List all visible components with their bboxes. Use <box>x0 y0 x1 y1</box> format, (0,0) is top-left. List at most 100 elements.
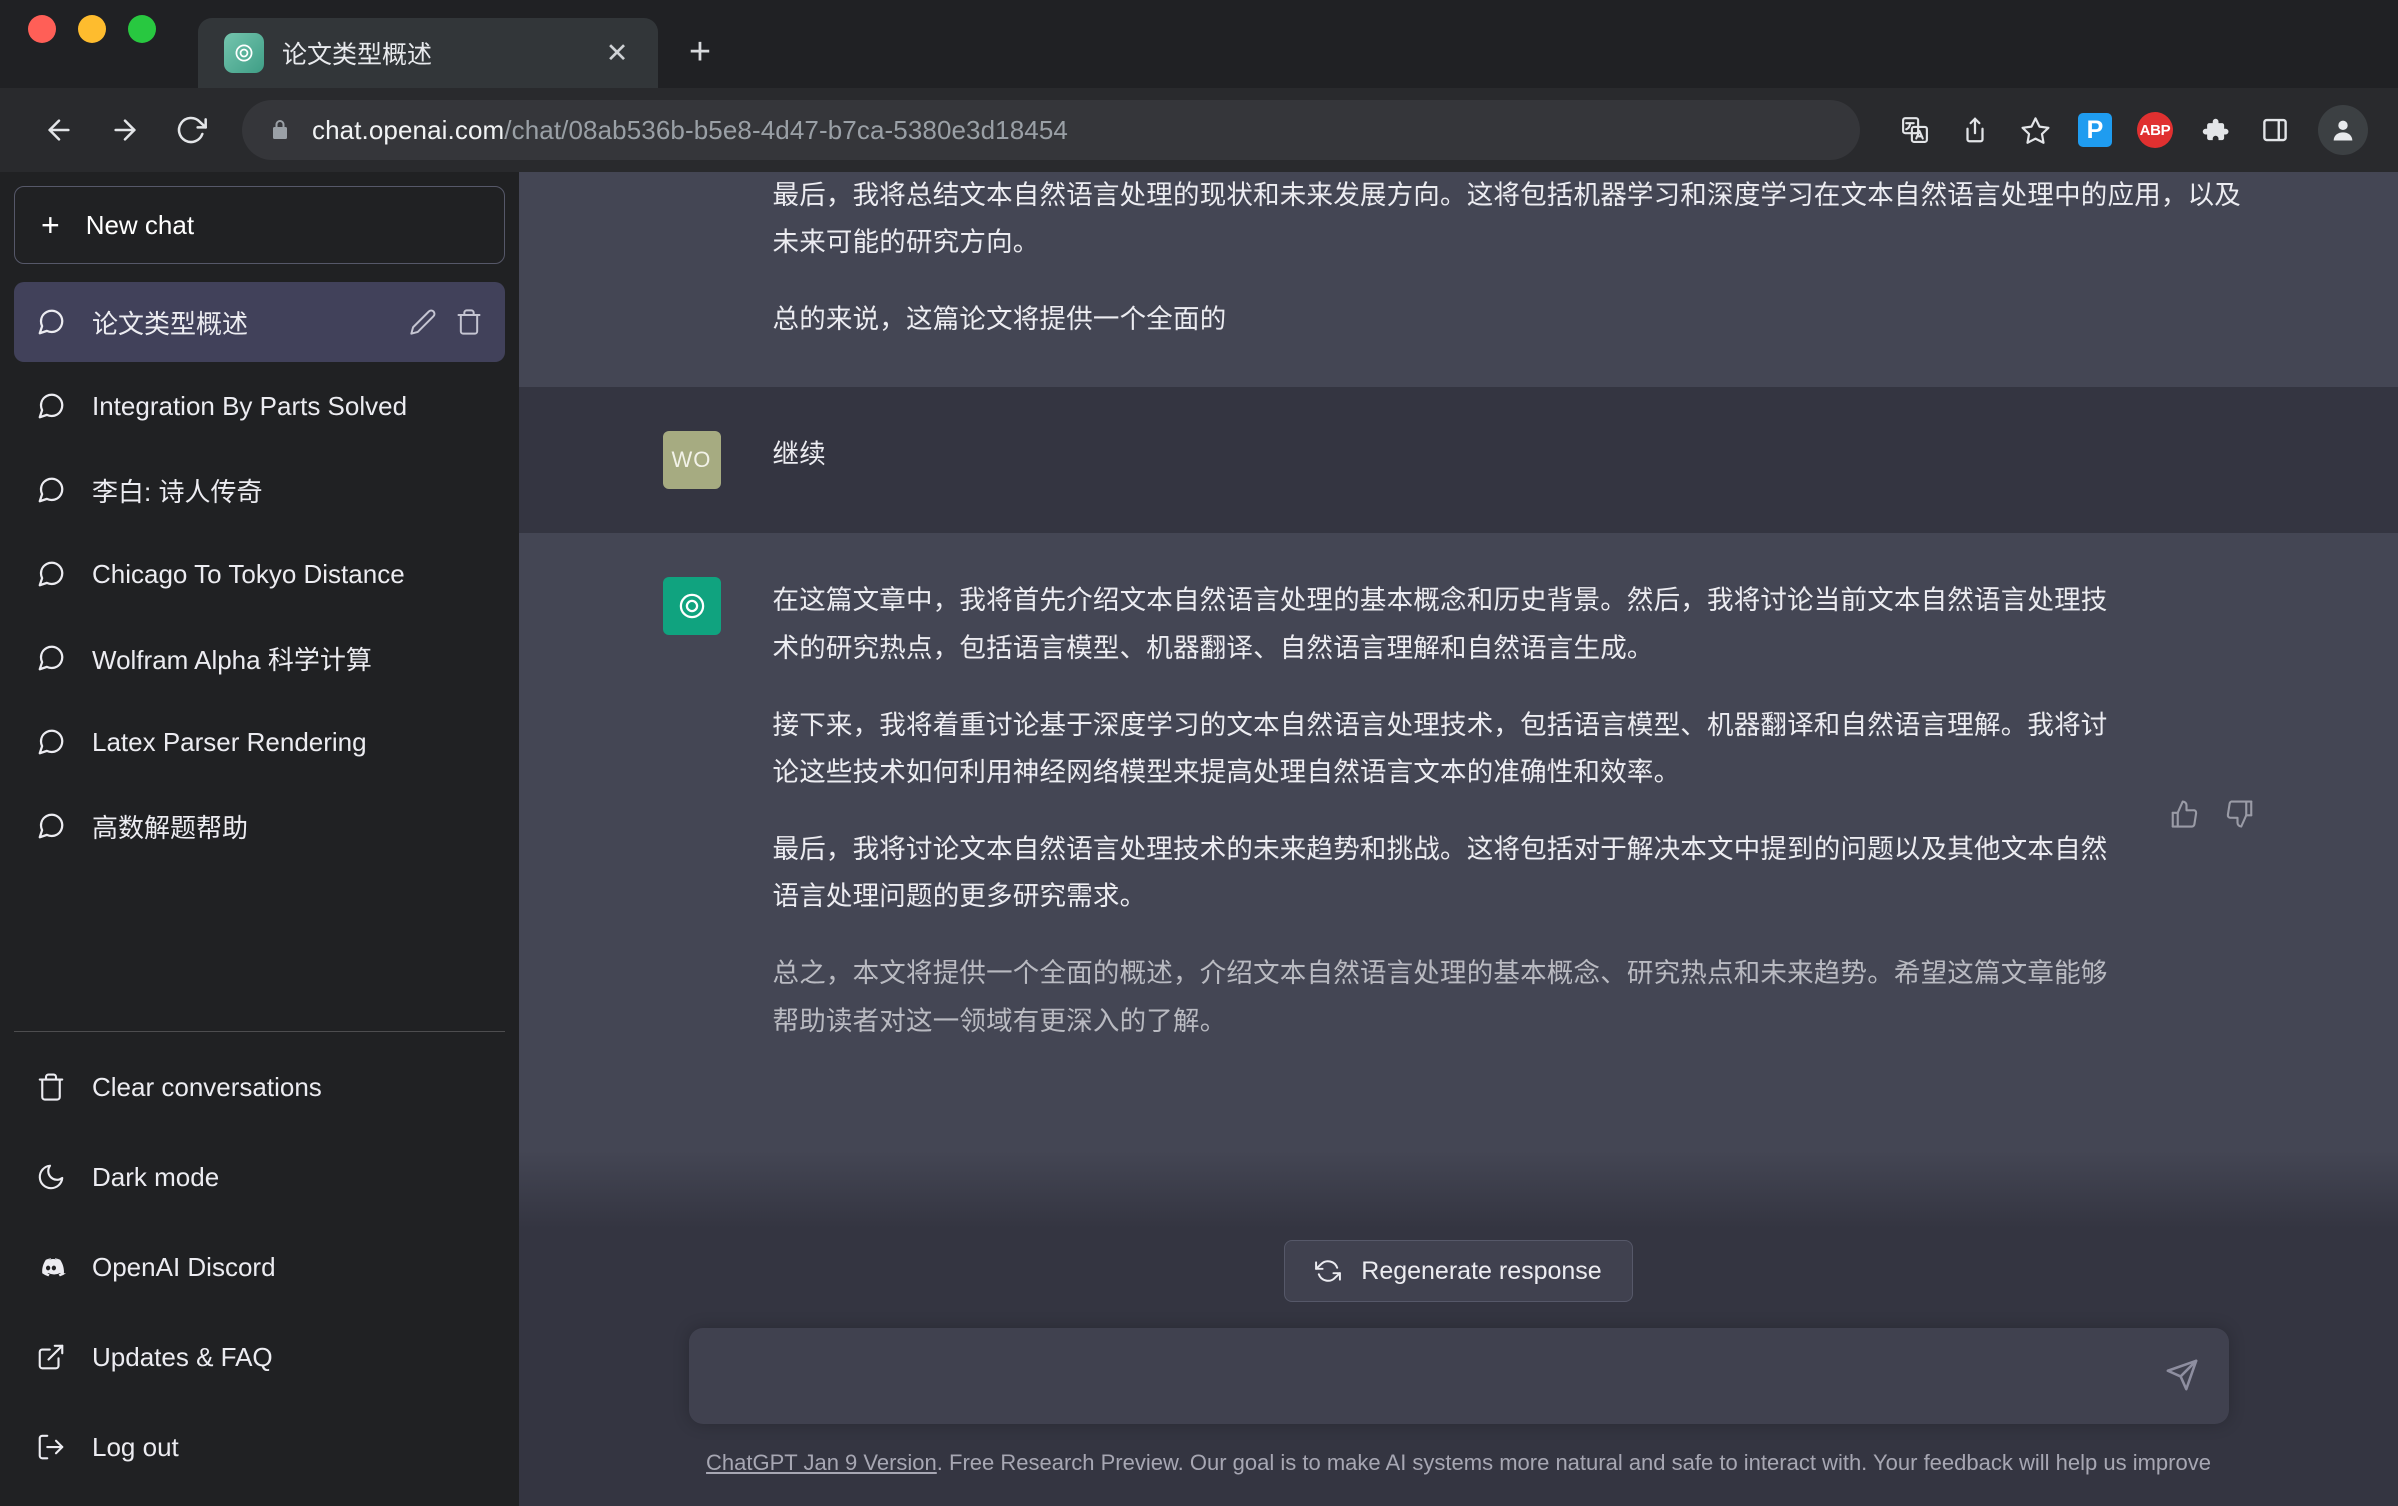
message-composer[interactable] <box>689 1328 2229 1424</box>
back-button[interactable] <box>30 101 88 159</box>
message-assistant-partial: 最后，我将总结文本自然语言处理的现状和未来发展方向。这将包括机器学习和深度学习在… <box>519 172 2398 387</box>
chat-bubble-icon <box>36 727 66 757</box>
conversation-title: Integration By Parts Solved <box>92 391 483 422</box>
message-paragraph: 总之，本文将提供一个全面的概述，介绍文本自然语言处理的基本概念、研究热点和未来趋… <box>773 950 2117 1044</box>
pocket-extension-icon[interactable]: P <box>2068 103 2122 157</box>
sidebar-item-openai-discord[interactable]: OpenAI Discord <box>14 1222 505 1312</box>
discord-icon <box>36 1252 66 1282</box>
conversation-title: 高数解题帮助 <box>92 808 483 845</box>
thumbs-up-icon[interactable] <box>2169 583 2199 1044</box>
conversation-item[interactable]: Latex Parser Rendering <box>14 702 505 782</box>
tab-title: 论文类型概述 <box>282 35 580 71</box>
profile-avatar-icon[interactable] <box>2318 105 2368 155</box>
external-link-icon <box>36 1342 66 1372</box>
footer-disclaimer: ChatGPT Jan 9 Version. Free Research Pre… <box>519 1424 2398 1506</box>
message-paragraph: 最后，我将讨论文本自然语言处理技术的未来趋势和挑战。这将包括对于解决本文中提到的… <box>773 826 2117 920</box>
message-body: 继续 <box>773 431 2255 489</box>
conversation-actions <box>409 308 483 336</box>
version-link[interactable]: ChatGPT Jan 9 Version <box>706 1450 937 1475</box>
sidebar-menu: Clear conversations Dark mode <box>14 1042 505 1492</box>
edit-pencil-icon[interactable] <box>409 308 437 336</box>
adblock-badge: ABP <box>2137 112 2173 148</box>
chat-bubble-icon <box>36 307 66 337</box>
sidebar-toggle-icon[interactable] <box>2248 103 2302 157</box>
new-chat-button[interactable]: + New chat <box>14 186 505 264</box>
chat-bubble-icon <box>36 475 66 505</box>
chat-bubble-icon <box>36 391 66 421</box>
thumbs-down-icon[interactable] <box>2225 583 2255 1044</box>
plus-icon: + <box>41 209 60 241</box>
message-scroll-region[interactable]: 最后，我将总结文本自然语言处理的现状和未来发展方向。这将包括机器学习和深度学习在… <box>519 172 2398 1506</box>
conversation-title: Wolfram Alpha 科学计算 <box>92 640 483 677</box>
delete-trash-icon[interactable] <box>455 308 483 336</box>
browser-tab[interactable]: 论文类型概述 ✕ <box>198 18 658 88</box>
message-paragraph: 继续 <box>773 431 2255 478</box>
send-button[interactable] <box>2165 1356 2199 1392</box>
lock-icon <box>268 118 292 142</box>
new-chat-label: New chat <box>86 210 194 241</box>
page-content: + New chat 论文类型概述 <box>0 172 2398 1506</box>
forward-button[interactable] <box>96 101 154 159</box>
message-paragraph: 最后，我将总结文本自然语言处理的现状和未来发展方向。这将包括机器学习和深度学习在… <box>773 172 2255 266</box>
sidebar-item-log-out[interactable]: Log out <box>14 1402 505 1492</box>
toolbar-icons: P ABP <box>1888 103 2368 157</box>
sidebar-item-label: OpenAI Discord <box>92 1252 276 1283</box>
chat-bubble-icon <box>36 559 66 589</box>
sidebar-divider <box>14 1031 505 1032</box>
sidebar-item-dark-mode[interactable]: Dark mode <box>14 1132 505 1222</box>
logout-icon <box>36 1432 66 1462</box>
conversation-item[interactable]: 高数解题帮助 <box>14 786 505 866</box>
conversation-item[interactable]: 李白: 诗人传奇 <box>14 450 505 530</box>
pocket-badge: P <box>2078 113 2112 147</box>
url-path: /chat/08ab536b-b5e8-4d47-b7ca-5380e3d184… <box>504 115 1068 145</box>
message-feedback-actions <box>2169 577 2255 1044</box>
refresh-icon <box>1315 1258 1341 1284</box>
bookmark-star-icon[interactable] <box>2008 103 2062 157</box>
regenerate-label: Regenerate response <box>1361 1257 1601 1286</box>
moon-icon <box>36 1162 66 1192</box>
sidebar: + New chat 论文类型概述 <box>0 172 519 1506</box>
conversation-item[interactable]: Chicago To Tokyo Distance <box>14 534 505 614</box>
assistant-avatar-icon <box>663 577 721 635</box>
reload-button[interactable] <box>162 101 220 159</box>
close-tab-button[interactable]: ✕ <box>598 34 636 72</box>
close-window-button[interactable] <box>28 15 56 43</box>
browser-window: 论文类型概述 ✕ + c <box>0 0 2398 1506</box>
sidebar-item-clear-conversations[interactable]: Clear conversations <box>14 1042 505 1132</box>
maximize-window-button[interactable] <box>128 15 156 43</box>
conversation-title: Latex Parser Rendering <box>92 727 483 758</box>
message-input[interactable] <box>719 1356 2165 1396</box>
extensions-puzzle-icon[interactable] <box>2188 103 2242 157</box>
conversation-item[interactable]: Integration By Parts Solved <box>14 366 505 446</box>
new-tab-button[interactable]: + <box>672 24 728 80</box>
sidebar-item-label: Clear conversations <box>92 1072 322 1103</box>
openai-logo-icon <box>224 33 264 73</box>
conversation-item[interactable]: Wolfram Alpha 科学计算 <box>14 618 505 698</box>
footer-text: . Free Research Preview. Our goal is to … <box>937 1450 2211 1475</box>
sidebar-item-updates-faq[interactable]: Updates & FAQ <box>14 1312 505 1402</box>
conversation-item-active[interactable]: 论文类型概述 <box>14 282 505 362</box>
user-avatar: WO <box>663 431 721 489</box>
translate-icon[interactable] <box>1888 103 1942 157</box>
message-paragraph: 在这篇文章中，我将首先介绍文本自然语言处理的基本概念和历史背景。然后，我将讨论当… <box>773 577 2117 671</box>
message-paragraph: 接下来，我将着重讨论基于深度学习的文本自然语言处理技术，包括语言模型、机器翻译和… <box>773 702 2117 796</box>
adblock-extension-icon[interactable]: ABP <box>2128 103 2182 157</box>
sidebar-spacer <box>14 866 505 1031</box>
url-text: chat.openai.com/chat/08ab536b-b5e8-4d47-… <box>312 115 1068 146</box>
address-bar[interactable]: chat.openai.com/chat/08ab536b-b5e8-4d47-… <box>242 100 1860 160</box>
share-icon[interactable] <box>1948 103 2002 157</box>
conversation-title: 李白: 诗人传奇 <box>92 472 483 509</box>
sidebar-item-label: Dark mode <box>92 1162 219 1193</box>
window-controls <box>28 0 156 88</box>
message-body: 最后，我将总结文本自然语言处理的现状和未来发展方向。这将包括机器学习和深度学习在… <box>773 172 2255 343</box>
minimize-window-button[interactable] <box>78 15 106 43</box>
conversation-list: 论文类型概述 <box>14 282 505 866</box>
chat-bubble-icon <box>36 643 66 673</box>
chat-area: 最后，我将总结文本自然语言处理的现状和未来发展方向。这将包括机器学习和深度学习在… <box>519 172 2398 1506</box>
sidebar-item-label: Updates & FAQ <box>92 1342 273 1373</box>
url-host: chat.openai.com <box>312 115 504 145</box>
regenerate-response-button[interactable]: Regenerate response <box>1284 1240 1632 1302</box>
conversation-title: 论文类型概述 <box>92 304 383 341</box>
message-user: WO 继续 <box>519 387 2398 533</box>
tab-strip: 论文类型概述 ✕ + <box>0 0 2398 88</box>
